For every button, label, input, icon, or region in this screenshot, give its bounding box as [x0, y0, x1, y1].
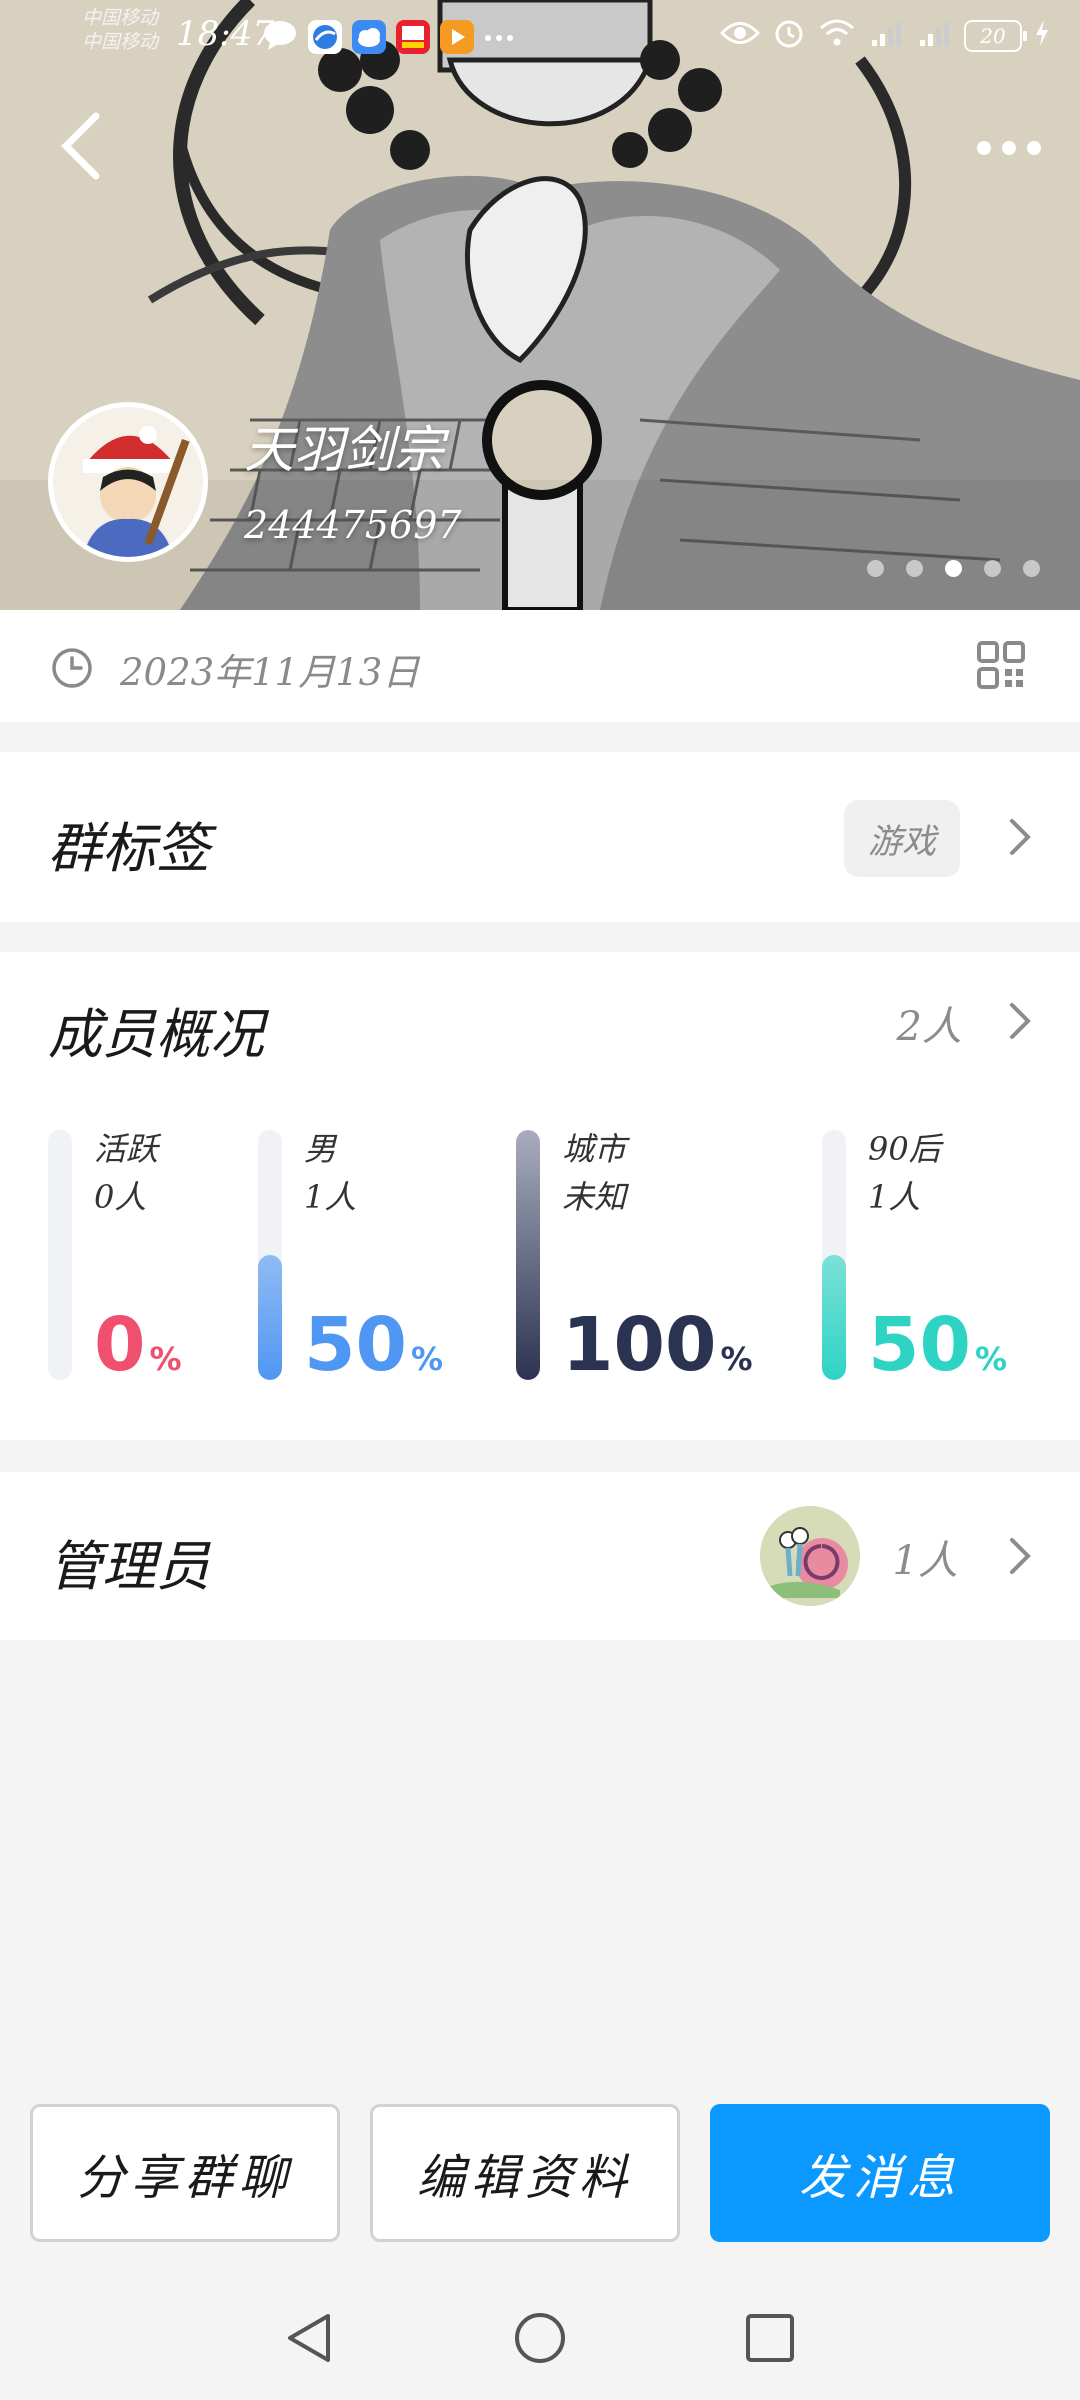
- chevron-left-icon: [61, 112, 100, 180]
- stat-percent: 50%: [868, 1302, 1008, 1388]
- stat-bar-track: [822, 1130, 846, 1380]
- stat-percent: 0%: [94, 1302, 182, 1388]
- admin-avatar-image: [760, 1506, 860, 1606]
- member-overview-card[interactable]: 成员概况 2人 活跃 0人 0% 男 1人 50% 城市 未知 100% 90后…: [0, 952, 1080, 1440]
- stat-value: 0人: [94, 1178, 147, 1216]
- browser-icon: [308, 20, 342, 54]
- stat-bar-fill: [516, 1130, 540, 1380]
- cloud-icon: [352, 20, 386, 54]
- stat-bar-fill: [258, 1255, 282, 1380]
- carrier-2: 中国移动: [82, 31, 159, 53]
- qr-code-icon[interactable]: [976, 640, 1026, 690]
- member-count: 2人: [896, 1004, 962, 1050]
- message-bubble-icon: [262, 18, 298, 56]
- stat-bar-track: [258, 1130, 282, 1380]
- carousel-indicator[interactable]: [867, 560, 1040, 577]
- group-id: 244475697: [244, 503, 462, 547]
- stat-value: 1人: [304, 1178, 357, 1216]
- stat-label: 90后: [868, 1130, 941, 1168]
- notification-icons: [262, 18, 514, 56]
- eye-icon: [719, 20, 761, 51]
- nav-recents-icon[interactable]: [742, 2310, 798, 2366]
- alarm-icon: [772, 16, 806, 55]
- system-icons: 20: [719, 16, 1050, 55]
- group-name: 天羽剑宗: [244, 421, 444, 479]
- stat-percent: 100%: [562, 1302, 753, 1388]
- more-dots-icon: [484, 28, 514, 47]
- back-button[interactable]: [52, 108, 112, 184]
- nav-back-icon[interactable]: [282, 2310, 338, 2366]
- stat-percent: 50%: [304, 1302, 444, 1388]
- stat-value: 未知: [562, 1178, 627, 1216]
- admins-title: 管理员: [48, 1535, 210, 1598]
- admin-count: 1人: [892, 1538, 958, 1584]
- carousel-dot[interactable]: [867, 560, 884, 577]
- stat-bar-track: [48, 1130, 72, 1380]
- stat-bar-fill: [822, 1255, 846, 1380]
- video-play-icon: [440, 20, 474, 54]
- chevron-right-icon: [1010, 819, 1031, 855]
- nav-home-icon[interactable]: [512, 2310, 568, 2366]
- avatar-image: [53, 407, 203, 557]
- stat-label: 城市: [562, 1130, 627, 1168]
- stat-label: 男: [304, 1130, 337, 1168]
- carrier-labels: 中国移动 中国移动: [82, 6, 158, 54]
- chevron-right-icon: [1010, 1003, 1031, 1039]
- group-cover[interactable]: 中国移动 中国移动 18:47 20 天羽剑宗 244475697: [0, 0, 1080, 610]
- clock-icon: [52, 648, 92, 688]
- battery-icon: 20: [964, 19, 1027, 52]
- carousel-dot[interactable]: [1023, 560, 1040, 577]
- stat-value: 1人: [868, 1178, 921, 1216]
- shopping-1111-icon: [396, 20, 430, 54]
- more-dots-icon: [977, 141, 1041, 155]
- carousel-dot-active[interactable]: [945, 560, 962, 577]
- group-tags-row[interactable]: 群标签 游戏: [0, 752, 1080, 922]
- more-button[interactable]: [974, 128, 1044, 172]
- created-date: 2023年11月13日: [120, 651, 420, 694]
- carousel-dot[interactable]: [906, 560, 923, 577]
- stat-label: 活跃: [94, 1130, 159, 1168]
- signal-4g-icon: [868, 18, 904, 53]
- signal-4g-icon: [916, 18, 952, 53]
- admin-avatar: [760, 1506, 860, 1606]
- created-date-row: 2023年11月13日: [0, 610, 1080, 722]
- system-nav-bar: [0, 2270, 1080, 2400]
- edit-profile-button[interactable]: 编辑资料: [370, 2104, 680, 2242]
- share-group-button[interactable]: 分享群聊: [30, 2104, 340, 2242]
- carrier-1: 中国移动: [82, 7, 159, 29]
- status-time: 18:47: [176, 14, 274, 54]
- member-overview-title: 成员概况: [48, 1003, 264, 1066]
- tag-badge: 游戏: [844, 800, 960, 877]
- group-tags-title: 群标签: [48, 817, 210, 880]
- chevron-right-icon: [1010, 1538, 1031, 1574]
- stat-bar-track: [516, 1130, 540, 1380]
- charging-icon: [1034, 18, 1050, 53]
- send-message-button[interactable]: 发消息: [710, 2104, 1050, 2242]
- carousel-dot[interactable]: [984, 560, 1001, 577]
- admins-row[interactable]: 管理员 1人: [0, 1472, 1080, 1640]
- status-bar: 中国移动 中国移动 18:47 20: [0, 0, 1080, 72]
- group-avatar[interactable]: [48, 402, 208, 562]
- wifi-icon: [818, 18, 856, 53]
